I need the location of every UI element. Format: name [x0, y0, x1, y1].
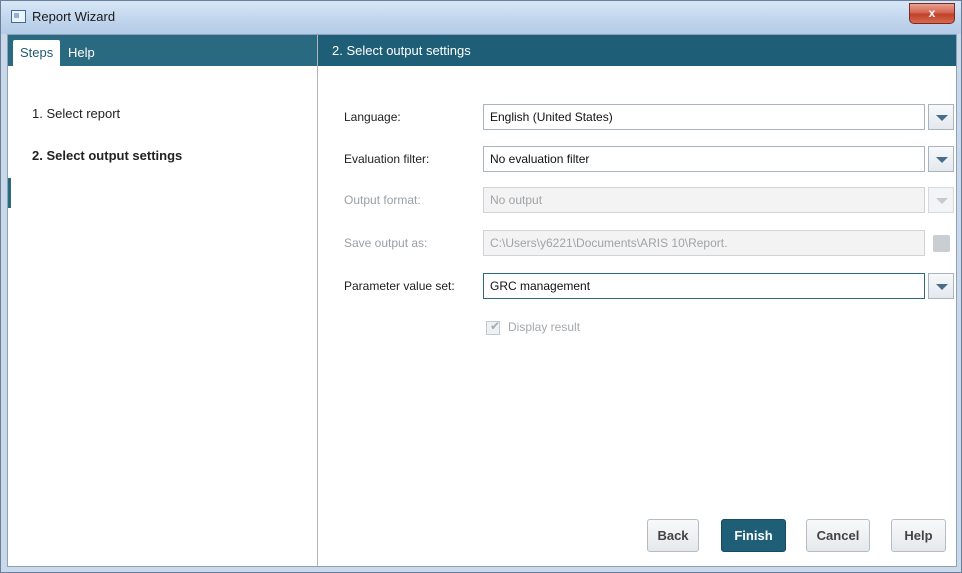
wizard-client-area: Steps Help 1. Select report 2. Select ou… — [7, 34, 957, 567]
evaluation-filter-field[interactable]: No evaluation filter — [483, 146, 925, 172]
save-output-path: C:\Users\y6221\Documents\ARIS 10\Report. — [490, 236, 728, 250]
output-format-dropdown-button — [928, 187, 954, 213]
evaluation-filter-label: Evaluation filter: — [344, 152, 430, 166]
panel-edge-marker — [8, 178, 11, 208]
tab-steps[interactable]: Steps — [13, 40, 61, 66]
display-result-checkbox: ✔ — [486, 319, 501, 335]
output-format-field: No output — [483, 187, 925, 213]
evaluation-filter-dropdown-button[interactable] — [928, 146, 954, 172]
report-wizard-window: Report Wizard x Steps Help 1. Select rep… — [0, 0, 962, 573]
language-label: Language: — [344, 110, 401, 124]
settings-panel: 2. Select output settings Language: Engl… — [318, 35, 956, 566]
chevron-down-icon — [936, 198, 948, 204]
window-title: Report Wizard — [32, 9, 116, 24]
steps-panel: Steps Help 1. Select report 2. Select ou… — [8, 35, 318, 566]
browse-button — [933, 235, 950, 252]
save-output-label: Save output as: — [344, 236, 428, 250]
chevron-down-icon — [936, 157, 948, 163]
checkmark-icon: ✔ — [490, 319, 501, 333]
display-result-label: Display result — [508, 320, 581, 334]
output-format-value: No output — [490, 193, 543, 207]
parameter-value-set-label: Parameter value set: — [344, 279, 455, 293]
step-select-report[interactable]: 1. Select report — [32, 106, 120, 121]
parameter-value-set-dropdown-button[interactable] — [928, 273, 954, 299]
language-dropdown-button[interactable] — [928, 104, 954, 130]
window-icon — [11, 10, 26, 23]
chevron-down-icon — [936, 115, 948, 121]
panel-tabs: Steps Help — [8, 35, 317, 66]
chevron-down-icon — [936, 284, 948, 290]
help-button[interactable]: Help — [891, 519, 946, 552]
finish-button[interactable]: Finish — [721, 519, 786, 552]
save-output-field: C:\Users\y6221\Documents\ARIS 10\Report. — [483, 230, 925, 256]
cancel-button[interactable]: Cancel — [806, 519, 870, 552]
step-select-output-settings[interactable]: 2. Select output settings — [32, 148, 182, 163]
evaluation-filter-value: No evaluation filter — [490, 152, 590, 166]
language-field[interactable]: English (United States) — [483, 104, 925, 130]
close-button[interactable]: x — [909, 3, 955, 24]
tab-help[interactable]: Help — [61, 40, 102, 66]
parameter-value-set-value: GRC management — [490, 279, 591, 293]
output-format-label: Output format: — [344, 193, 421, 207]
title-bar[interactable]: Report Wizard x — [1, 1, 961, 34]
back-button[interactable]: Back — [647, 519, 699, 552]
settings-header: 2. Select output settings — [318, 35, 956, 66]
language-value: English (United States) — [490, 110, 613, 124]
parameter-value-set-field[interactable]: GRC management — [483, 273, 925, 299]
